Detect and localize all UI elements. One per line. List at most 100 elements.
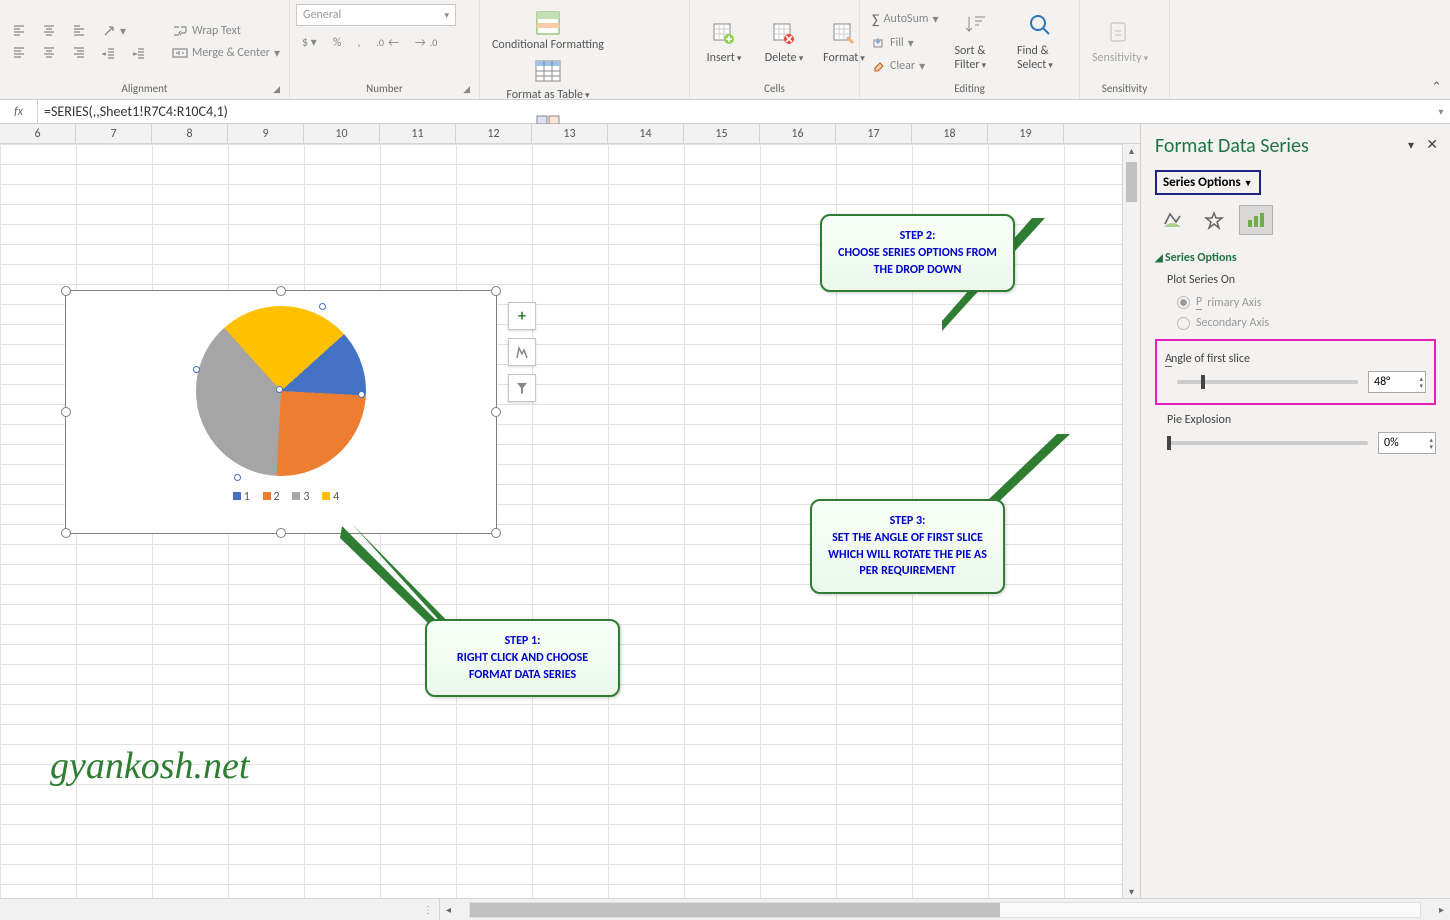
accounting-btn[interactable]: $ ▾	[296, 32, 323, 53]
col-12[interactable]: 12	[456, 124, 532, 143]
angle-spinner[interactable]: ▴▾	[1419, 375, 1423, 389]
primary-axis-radio[interactable]: Primary Axis	[1177, 292, 1436, 313]
delete-btn[interactable]: Delete	[756, 15, 812, 69]
series-options-tab[interactable]	[1239, 205, 1273, 235]
secondary-axis-radio[interactable]: Secondary Axis	[1177, 313, 1436, 333]
percent-btn[interactable]: %	[327, 32, 348, 53]
spreadsheet-grid[interactable]: 6 7 8 9 10 11 12 13 14 15 16 17 18 19	[0, 124, 1140, 898]
format-label: Format	[823, 51, 865, 65]
series-point-top[interactable]	[319, 303, 326, 310]
merge-center-btn[interactable]: Merge & Center ▾	[166, 43, 286, 64]
chart-handle-bm[interactable]	[276, 528, 286, 538]
format-table-btn[interactable]: Format as Table	[500, 52, 595, 106]
col-7[interactable]: 7	[76, 124, 152, 143]
number-format-value: General	[303, 8, 341, 22]
align-bot-btn[interactable]	[66, 21, 92, 41]
angle-slider[interactable]	[1177, 380, 1358, 384]
align-top-btn[interactable]	[6, 21, 32, 41]
number-dialog-launcher[interactable]: ◢	[463, 84, 470, 95]
formula-expand-btn[interactable]: ▾	[1432, 105, 1450, 118]
series-point-bot[interactable]	[234, 474, 241, 481]
col-9[interactable]: 9	[228, 124, 304, 143]
col-16[interactable]: 16	[760, 124, 836, 143]
chart-handle-tr[interactable]	[491, 286, 501, 296]
pie-plot[interactable]	[196, 306, 366, 476]
align-mid-btn[interactable]	[36, 21, 62, 41]
wrap-text-btn[interactable]: Wrap Text	[166, 21, 286, 41]
pane-category-tabs	[1155, 205, 1436, 235]
effects-tab[interactable]	[1197, 205, 1231, 235]
sort-filter-btn[interactable]: Sort & Filter	[949, 8, 1007, 76]
scroll-left-btn[interactable]: ◂	[446, 903, 451, 916]
legend-swatch-3	[292, 492, 300, 500]
clear-btn[interactable]: Clear ▾	[866, 56, 945, 77]
secondary-axis-label: Secondary Axis	[1196, 316, 1269, 330]
find-select-btn[interactable]: Find & Select	[1011, 8, 1073, 76]
chart-filter-btn[interactable]	[508, 374, 536, 402]
clear-label: Clear	[890, 59, 915, 73]
comma-btn[interactable]: ,	[351, 32, 366, 53]
column-headers[interactable]: 6 7 8 9 10 11 12 13 14 15 16 17 18 19	[0, 124, 1140, 144]
dec-decimal-btn[interactable]: →.0	[409, 32, 443, 53]
horiz-scrollbar[interactable]	[469, 902, 1421, 918]
chart-handle-br[interactable]	[491, 528, 501, 538]
col-6[interactable]: 6	[0, 124, 76, 143]
col-13[interactable]: 13	[532, 124, 608, 143]
series-point-right[interactable]	[358, 391, 365, 398]
ribbon-collapse-btn[interactable]: ⌃	[1431, 80, 1442, 95]
col-18[interactable]: 18	[912, 124, 988, 143]
series-point-left[interactable]	[193, 366, 200, 373]
col-14[interactable]: 14	[608, 124, 684, 143]
orientation-btn[interactable]: ▾	[96, 21, 152, 42]
inc-decimal-btn[interactable]: .0←	[370, 32, 404, 53]
col-10[interactable]: 10	[304, 124, 380, 143]
number-format-select[interactable]: General	[296, 4, 456, 26]
series-point-center[interactable]	[276, 386, 283, 393]
angle-input[interactable]: 48°▴▾	[1368, 371, 1426, 393]
fill-btn[interactable]: Fill ▾	[866, 33, 945, 54]
scroll-right-btn[interactable]: ▸	[1439, 903, 1444, 916]
fill-line-tab[interactable]	[1155, 205, 1189, 235]
callout3-title: STEP 3:	[826, 513, 989, 530]
chart-elements-btn[interactable]: +	[508, 302, 536, 330]
chart-legend[interactable]: 1 2 3 4	[66, 490, 496, 504]
format-pane: ▾ ✕ Format Data Series Series Options ▼ …	[1140, 124, 1450, 898]
embedded-pie-chart[interactable]: 1 2 3 4	[65, 290, 497, 534]
cells-region[interactable]: 1 2 3 4 + S	[0, 144, 1140, 898]
col-19[interactable]: 19	[988, 124, 1064, 143]
chart-handle-ml[interactable]	[61, 407, 71, 417]
chart-handle-tl[interactable]	[61, 286, 71, 296]
chart-handle-tm[interactable]	[276, 286, 286, 296]
pane-taskoptions-btn[interactable]: ▾	[1408, 138, 1414, 153]
vert-scrollbar[interactable]	[1122, 144, 1140, 898]
chart-handle-mr[interactable]	[491, 407, 501, 417]
sens-group-label: Sensitivity	[1086, 80, 1163, 97]
decrease-indent-btn[interactable]	[96, 44, 122, 64]
series-options-dd-label: Series Options	[1163, 175, 1241, 190]
sensitivity-label: Sensitivity	[1092, 51, 1148, 65]
series-options-dropdown[interactable]: Series Options ▼	[1155, 170, 1261, 195]
increase-indent-btn[interactable]	[126, 44, 152, 64]
align-right-btn[interactable]	[66, 43, 92, 63]
pane-close-btn[interactable]: ✕	[1426, 136, 1438, 153]
col-8[interactable]: 8	[152, 124, 228, 143]
col-17[interactable]: 17	[836, 124, 912, 143]
insert-btn[interactable]: Insert	[696, 15, 752, 69]
explosion-slider[interactable]	[1167, 441, 1368, 445]
align-center-btn[interactable]	[36, 43, 62, 63]
chart-handle-bl[interactable]	[61, 528, 71, 538]
chart-styles-btn[interactable]	[508, 338, 536, 366]
formula-input[interactable]: =SERIES(,,Sheet1!R7C4:R10C4,1)	[38, 100, 1432, 123]
alignment-dialog-launcher[interactable]: ◢	[273, 84, 280, 95]
format-table-label: Format as Table	[506, 88, 589, 102]
col-15[interactable]: 15	[684, 124, 760, 143]
col-11[interactable]: 11	[380, 124, 456, 143]
explosion-input[interactable]: 0%▴▾	[1378, 432, 1436, 454]
sheet-tab-area[interactable]: ⋮	[0, 899, 440, 920]
explosion-spinner[interactable]: ▴▾	[1429, 436, 1433, 450]
sensitivity-btn[interactable]: Sensitivity	[1086, 15, 1154, 69]
sort-filter-label: Sort & Filter	[955, 44, 1001, 72]
align-left-btn[interactable]	[6, 43, 32, 63]
autosum-btn[interactable]: ∑ AutoSum ▾	[866, 8, 945, 31]
series-options-section-header[interactable]: Series Options	[1155, 251, 1436, 265]
